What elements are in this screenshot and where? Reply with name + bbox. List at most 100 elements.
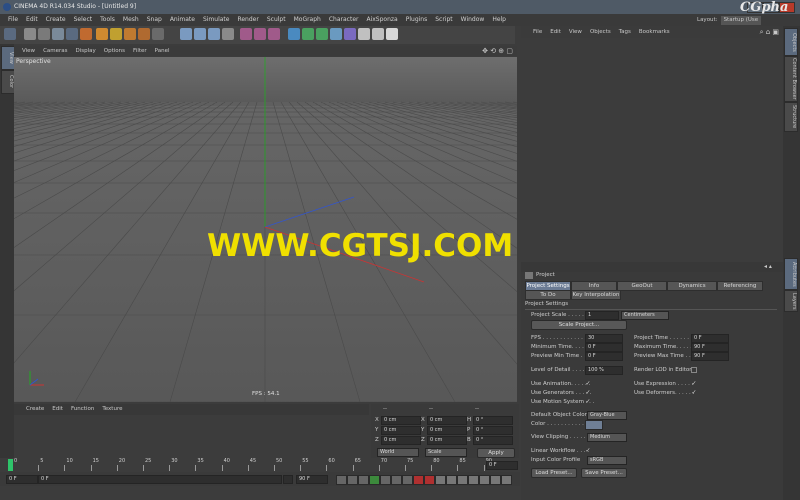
menu-character[interactable]: Character	[325, 14, 363, 26]
cube-primitive-icon[interactable]	[288, 28, 300, 40]
menu-sculpt[interactable]: Sculpt	[263, 14, 290, 26]
load-preset-button[interactable]: Load Preset...	[531, 468, 577, 478]
menu-animate[interactable]: Animate	[166, 14, 199, 26]
auto-key-icon[interactable]	[424, 475, 435, 485]
range-start-field[interactable]: 0 F	[38, 475, 282, 484]
menu-script[interactable]: Script	[431, 14, 456, 26]
om-menu-edit[interactable]: Edit	[546, 26, 565, 38]
viewport-menu-cameras[interactable]: Cameras	[39, 46, 71, 56]
coord-mode-world-select[interactable]: World	[377, 448, 419, 457]
menu-help[interactable]: Help	[488, 14, 510, 26]
tab-view[interactable]: View	[1, 46, 15, 70]
tab-structure[interactable]: Structure	[784, 102, 798, 132]
layout-value[interactable]: Startup (Use	[720, 15, 762, 25]
camera-icon[interactable]	[372, 28, 384, 40]
coord-value-field[interactable]: 0 °	[473, 416, 513, 425]
linear-workflow-checkbox[interactable]: ✓	[585, 448, 591, 454]
tab-todo[interactable]: To Do	[525, 290, 571, 300]
apply-button[interactable]: Apply	[477, 448, 515, 458]
layout-selector[interactable]: Layout: Startup (Use	[697, 14, 762, 26]
undo-icon[interactable]	[4, 28, 16, 40]
object-mode-icon[interactable]	[24, 28, 36, 40]
next-key-icon[interactable]	[391, 475, 402, 485]
menu-render[interactable]: Render	[233, 14, 262, 26]
menu-plugins[interactable]: Plugins	[402, 14, 432, 26]
rotate-icon[interactable]	[110, 28, 122, 40]
live-select-icon[interactable]	[124, 28, 136, 40]
viewport-menu-view[interactable]: View	[18, 46, 39, 56]
render-settings-icon[interactable]	[268, 28, 280, 40]
project-scale-unit-select[interactable]: Centimeters	[621, 311, 669, 320]
timeline-playhead[interactable]	[8, 459, 13, 471]
menu-mesh[interactable]: Mesh	[119, 14, 143, 26]
play-icon[interactable]	[369, 475, 380, 485]
coord-value-field[interactable]: 0 °	[473, 436, 513, 445]
input-color-profile-select[interactable]: sRGB	[587, 456, 627, 465]
min-time-input[interactable]: 0 F	[585, 343, 623, 352]
mat-menu-create[interactable]: Create	[22, 404, 48, 415]
mat-menu-function[interactable]: Function	[67, 404, 98, 415]
tab-objects[interactable]: Objects	[784, 28, 798, 56]
scene-icon[interactable]	[358, 28, 370, 40]
color-swatch[interactable]	[585, 420, 603, 430]
param-key-icon[interactable]	[479, 475, 490, 485]
menu-edit[interactable]: Edit	[22, 14, 42, 26]
light-icon[interactable]	[386, 28, 398, 40]
axis-icon[interactable]	[66, 28, 78, 40]
viewport-menu-filter[interactable]: Filter	[129, 46, 151, 56]
attr-nav-icons[interactable]: ◂ ▴	[764, 263, 772, 270]
tab-key-interpolation[interactable]: Key Interpolation	[571, 290, 621, 300]
scheme-icon[interactable]	[501, 475, 512, 485]
scale-key-icon[interactable]	[457, 475, 468, 485]
scale-project-button[interactable]: Scale Project...	[531, 320, 627, 330]
next-frame-icon[interactable]	[380, 475, 391, 485]
view-clipping-select[interactable]: Medium	[587, 433, 627, 442]
menu-simulate[interactable]: Simulate	[199, 14, 234, 26]
prev-frame-icon[interactable]	[358, 475, 369, 485]
coord-value-field[interactable]: 0 cm	[381, 436, 421, 445]
viewport-menu-options[interactable]: Options	[100, 46, 129, 56]
project-time-input[interactable]: 0 F	[691, 334, 729, 343]
fps-input[interactable]: 30	[585, 334, 623, 343]
coord-value-field[interactable]: 0 cm	[427, 426, 467, 435]
viewport-nav-icons[interactable]: ✥ ⟲ ⊕ ▢	[482, 47, 513, 55]
om-menu-file[interactable]: File	[529, 26, 546, 38]
range-end-field[interactable]: 90 F	[296, 475, 328, 484]
current-frame-field[interactable]: 0 F	[486, 461, 518, 470]
array-icon[interactable]	[330, 28, 342, 40]
prev-key-icon[interactable]	[347, 475, 358, 485]
key-sel-icon[interactable]	[435, 475, 446, 485]
rot-key-icon[interactable]	[468, 475, 479, 485]
coord-value-field[interactable]: 0 °	[473, 426, 513, 435]
coord-mode-scale-select[interactable]: Scale	[425, 448, 467, 457]
coord-value-field[interactable]: 0 cm	[381, 426, 421, 435]
goto-start-icon[interactable]	[336, 475, 347, 485]
coord-value-field[interactable]: 0 cm	[427, 436, 467, 445]
texture-icon[interactable]	[52, 28, 64, 40]
nurbs-icon[interactable]	[316, 28, 328, 40]
range-end-marker[interactable]	[283, 475, 293, 484]
scale-icon[interactable]	[96, 28, 108, 40]
tab-layers[interactable]: Layers	[784, 290, 798, 312]
preview-max-input[interactable]: 90 F	[691, 352, 729, 361]
spline-icon[interactable]	[302, 28, 314, 40]
object-manager-list[interactable]	[521, 38, 783, 260]
viewport-menu-panel[interactable]: Panel	[151, 46, 174, 56]
render-lod-checkbox[interactable]	[691, 367, 697, 373]
viewport-menu-display[interactable]: Display	[72, 46, 100, 56]
menu-tools[interactable]: Tools	[96, 14, 119, 26]
project-scale-input[interactable]: 1	[585, 311, 619, 320]
om-menu-bookmarks[interactable]: Bookmarks	[635, 26, 674, 38]
use-generators-checkbox[interactable]: ✓	[585, 390, 591, 396]
pla-key-icon[interactable]	[490, 475, 501, 485]
om-menu-tags[interactable]: Tags	[615, 26, 635, 38]
preview-min-input[interactable]: 0 F	[585, 352, 623, 361]
menu-mograph[interactable]: MoGraph	[290, 14, 325, 26]
menu-file[interactable]: File	[4, 14, 22, 26]
max-time-input[interactable]: 90 F	[691, 343, 729, 352]
om-menu-view[interactable]: View	[565, 26, 586, 38]
deformer-icon[interactable]	[344, 28, 356, 40]
recent-icon[interactable]	[138, 28, 150, 40]
use-deformers-checkbox[interactable]: ✓	[691, 390, 697, 396]
tab-dynamics[interactable]: Dynamics	[667, 281, 717, 291]
